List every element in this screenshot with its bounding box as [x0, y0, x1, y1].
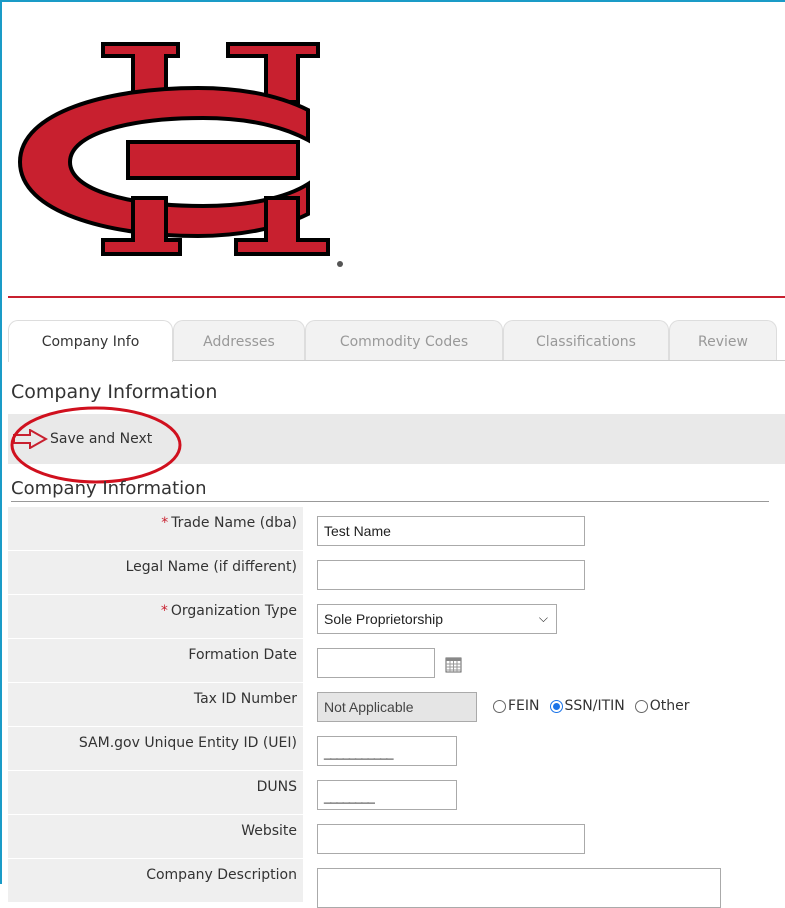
- radio-button[interactable]: [493, 699, 506, 713]
- action-toolbar: Save and Next: [8, 414, 785, 464]
- form-section-header: Company Information: [11, 478, 769, 502]
- tax-id-label: Tax ID Number: [8, 683, 303, 726]
- chevron-down-icon: ⌵: [538, 611, 548, 625]
- website-label: Website: [8, 815, 303, 858]
- form-row-formation-date: Formation Date: [8, 639, 785, 683]
- radio-other[interactable]: Other: [634, 698, 690, 714]
- frame-border-left: [0, 0, 2, 884]
- uei-input[interactable]: ___________: [317, 736, 457, 766]
- page-title: Company Information: [11, 381, 218, 403]
- trade-name-input[interactable]: Test Name: [317, 516, 585, 546]
- form-row-uei: SAM.gov Unique Entity ID (UEI) _________…: [8, 727, 785, 771]
- tab-review[interactable]: Review: [669, 320, 777, 360]
- form-row-tax-id: Tax ID Number Not Applicable FEIN SSN/IT…: [8, 683, 785, 727]
- tab-bar: Company Info Addresses Commodity Codes C…: [8, 320, 785, 362]
- radio-ssn-itin[interactable]: SSN/ITIN: [549, 698, 625, 714]
- tab-company-info[interactable]: Company Info: [8, 320, 173, 362]
- tab-addresses[interactable]: Addresses: [173, 320, 305, 360]
- website-input[interactable]: [317, 824, 585, 854]
- save-and-next-label: Save and Next: [50, 431, 153, 447]
- form-row-legal-name: Legal Name (if different): [8, 551, 785, 595]
- org-type-select[interactable]: Sole Proprietorship ⌵: [317, 604, 557, 634]
- save-and-next-button[interactable]: Save and Next: [12, 428, 152, 450]
- radio-fein[interactable]: FEIN: [493, 698, 540, 714]
- required-marker: *: [160, 603, 168, 619]
- header-divider: [8, 296, 785, 298]
- org-type-value: Sole Proprietorship: [324, 611, 444, 627]
- university-logo: [8, 2, 388, 294]
- tax-id-input[interactable]: Not Applicable: [317, 692, 477, 722]
- tab-commodity-codes[interactable]: Commodity Codes: [305, 320, 503, 360]
- form-row-org-type: * Organization Type Sole Proprietorship ⌵: [8, 595, 785, 639]
- legal-name-label: Legal Name (if different): [8, 551, 303, 594]
- tax-id-type-radios: FEIN SSN/ITIN Other: [493, 698, 700, 714]
- trade-name-label: Trade Name (dba): [171, 515, 297, 531]
- formation-date-label: Formation Date: [8, 639, 303, 682]
- calendar-icon[interactable]: [445, 656, 462, 673]
- radio-button-selected[interactable]: [549, 699, 563, 713]
- company-info-form: * Trade Name (dba) Test Name Legal Name (…: [8, 507, 785, 908]
- duns-input[interactable]: ________: [317, 780, 457, 810]
- form-row-trade-name: * Trade Name (dba) Test Name: [8, 507, 785, 551]
- required-marker: *: [161, 515, 169, 531]
- duns-label: DUNS: [8, 771, 303, 814]
- tab-classifications[interactable]: Classifications: [503, 320, 669, 360]
- formation-date-input[interactable]: [317, 648, 435, 678]
- org-type-label: Organization Type: [170, 603, 297, 619]
- company-description-input[interactable]: [317, 868, 721, 908]
- radio-button[interactable]: [634, 699, 648, 713]
- company-description-label: Company Description: [8, 859, 303, 902]
- arrow-right-icon: [13, 429, 48, 449]
- form-row-duns: DUNS ________: [8, 771, 785, 815]
- uei-label: SAM.gov Unique Entity ID (UEI): [8, 727, 303, 770]
- form-row-website: Website: [8, 815, 785, 859]
- form-row-company-description: Company Description: [8, 859, 785, 908]
- legal-name-input[interactable]: [317, 560, 585, 590]
